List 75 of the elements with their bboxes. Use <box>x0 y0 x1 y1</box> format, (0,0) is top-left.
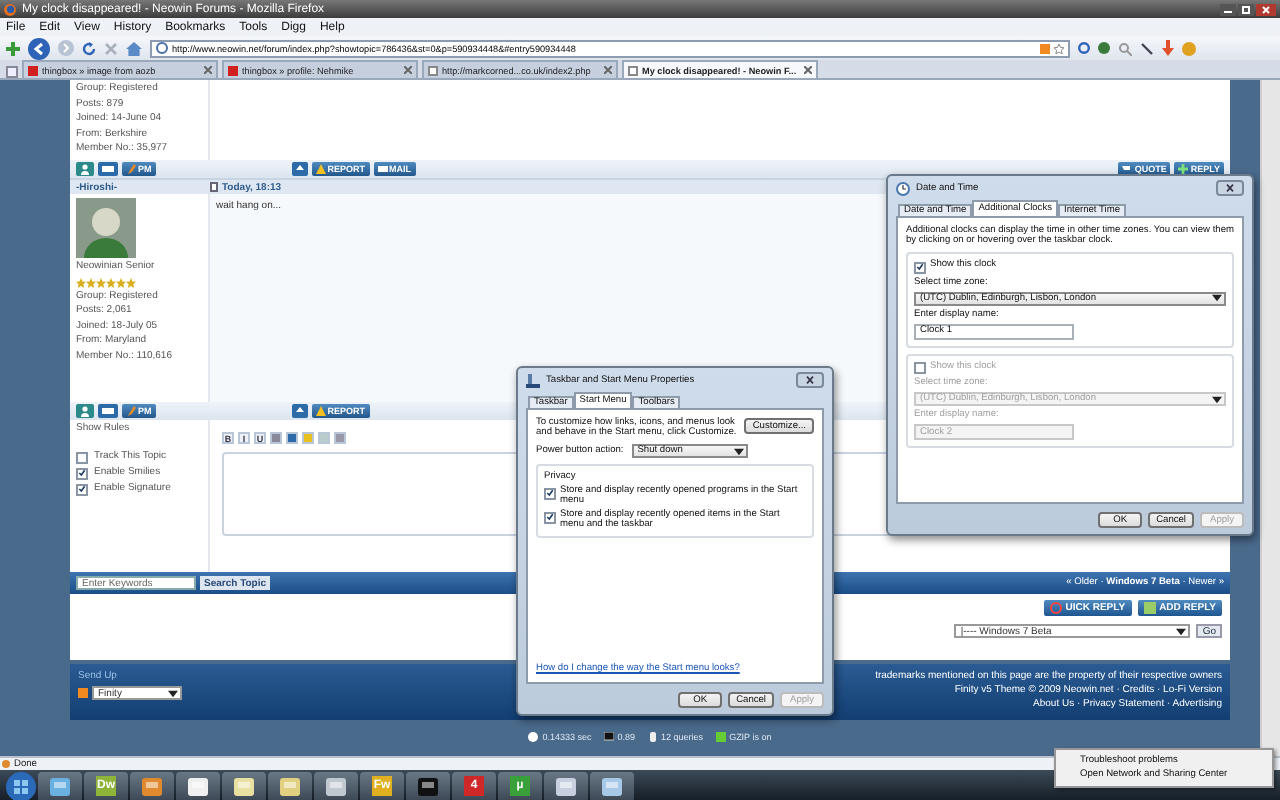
tab-list-icon[interactable] <box>6 66 18 78</box>
clock-icon <box>528 732 539 742</box>
close-icon[interactable] <box>404 66 412 74</box>
close-button[interactable] <box>1256 3 1276 15</box>
checkbox[interactable] <box>76 467 88 479</box>
app-icon <box>280 777 300 795</box>
reload-icon[interactable] <box>82 41 96 55</box>
taskbar-app[interactable] <box>130 771 174 800</box>
database-icon <box>647 732 658 742</box>
plus-icon <box>1178 164 1189 174</box>
top-button[interactable] <box>291 162 308 176</box>
sync-icon[interactable] <box>1078 42 1090 54</box>
app-icon <box>188 777 208 795</box>
close-icon[interactable] <box>804 66 812 74</box>
checkbox[interactable] <box>76 483 88 495</box>
status-icon <box>2 760 10 768</box>
avatar <box>76 198 136 258</box>
monitor-icon <box>603 732 614 742</box>
checkbox[interactable] <box>544 511 556 523</box>
star-icon[interactable] <box>1054 43 1064 53</box>
warning-icon <box>315 164 326 174</box>
close-icon[interactable] <box>604 66 612 74</box>
favicon-icon <box>228 65 238 75</box>
pencil-icon <box>126 164 136 174</box>
taskbar-app[interactable] <box>268 771 312 800</box>
taskbar-app[interactable] <box>544 771 588 800</box>
close-icon[interactable] <box>204 66 212 74</box>
favicon-icon <box>28 65 38 75</box>
reply-icon <box>1049 602 1062 614</box>
checkbox[interactable] <box>914 362 926 374</box>
app-icon <box>418 777 438 795</box>
back-button[interactable] <box>28 37 50 59</box>
zip-icon <box>715 732 726 742</box>
profile-button[interactable] <box>76 162 94 176</box>
rss-icon <box>78 688 88 698</box>
top-button[interactable] <box>291 404 308 418</box>
download-icon[interactable] <box>1162 40 1174 56</box>
taskbar-app[interactable] <box>38 771 82 800</box>
taskbar-app[interactable] <box>176 771 220 800</box>
app-icon <box>234 777 254 795</box>
note-icon <box>1143 602 1156 614</box>
search-icon[interactable] <box>1118 41 1132 55</box>
app-icon <box>602 777 622 795</box>
caret-icon <box>1176 627 1187 635</box>
caret-icon <box>1212 294 1222 302</box>
taskbar-icon <box>526 373 540 387</box>
checkbox[interactable] <box>544 487 556 499</box>
mail-icon <box>377 164 388 174</box>
taskbar-app[interactable] <box>314 771 358 800</box>
start-button[interactable] <box>6 771 36 800</box>
home-icon[interactable] <box>126 41 142 55</box>
card-button[interactable] <box>98 404 118 418</box>
minimize-button[interactable] <box>1220 3 1236 15</box>
checkbox[interactable] <box>914 261 926 273</box>
checkbox[interactable] <box>76 451 88 463</box>
app-icon <box>50 777 70 795</box>
page-icon <box>156 42 168 54</box>
taskbar-app[interactable] <box>406 771 450 800</box>
app-icon <box>142 777 162 795</box>
maximize-button[interactable] <box>1238 3 1254 15</box>
profile-button[interactable] <box>76 404 94 418</box>
taskbar-app[interactable] <box>222 771 266 800</box>
card-button[interactable] <box>98 162 118 176</box>
clock-icon <box>896 181 910 195</box>
warning-icon <box>315 406 326 416</box>
close-button[interactable] <box>796 372 824 388</box>
app-icon <box>556 777 576 795</box>
favicon-icon <box>628 65 638 75</box>
app-icon <box>326 777 346 795</box>
taskbar-app[interactable] <box>590 771 634 800</box>
favicon-icon <box>428 65 438 75</box>
add-icon[interactable] <box>6 41 20 55</box>
close-button[interactable] <box>1216 180 1244 196</box>
caret-icon <box>168 689 178 697</box>
pencil-icon <box>126 406 136 416</box>
